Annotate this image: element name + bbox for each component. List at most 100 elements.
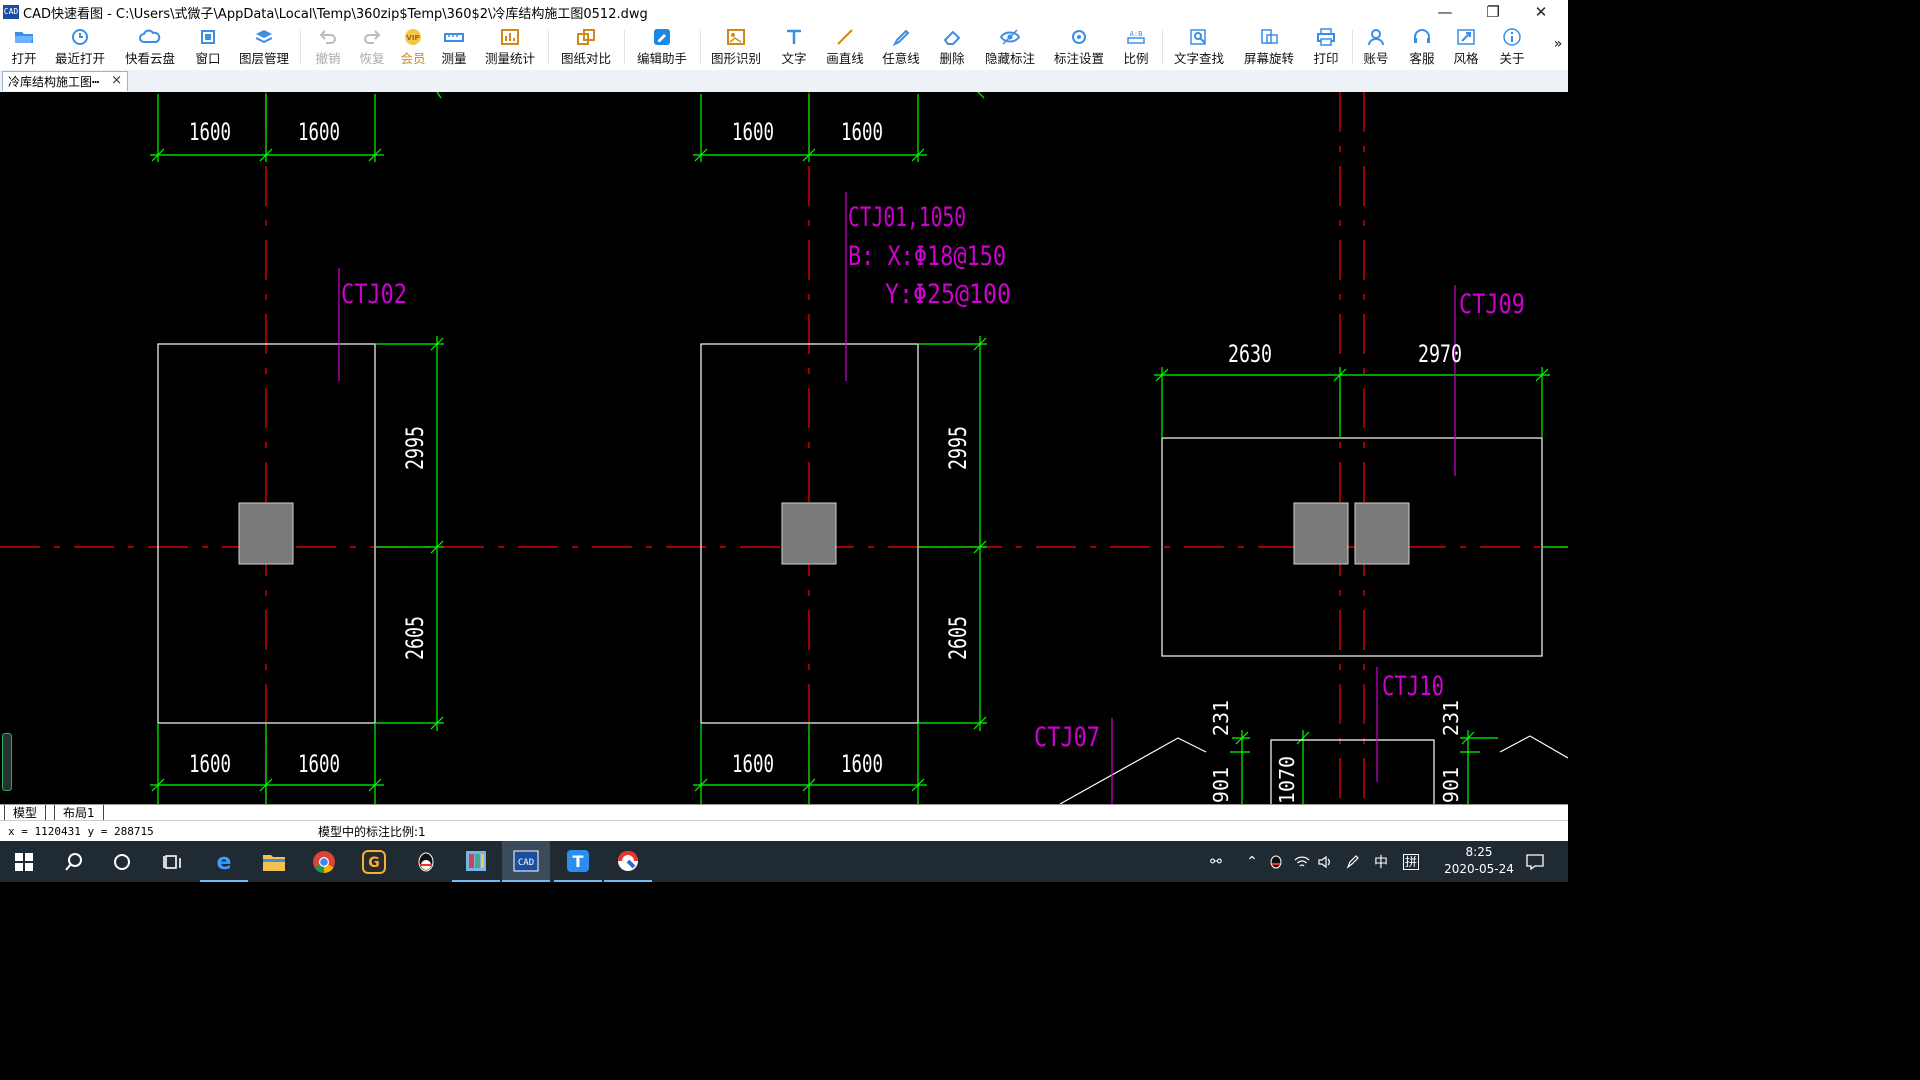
document-tab-label: 冷库结构施工图┅	[8, 75, 100, 89]
tray-expand-icon[interactable]: ⌃	[1242, 841, 1262, 882]
document-tab[interactable]: 冷库结构施工图┅ ×	[2, 71, 128, 91]
redo-button[interactable]: 恢复	[354, 24, 390, 70]
windows-start-icon	[15, 852, 33, 871]
cad-viewer-taskbar-button[interactable]: CAD	[502, 841, 550, 882]
column-2	[781, 502, 837, 565]
start-button[interactable]	[0, 841, 48, 882]
tab-layout1[interactable]: 布局1	[54, 805, 104, 821]
qq-tray-icon[interactable]	[1266, 841, 1286, 882]
app-icon: CAD	[3, 5, 19, 19]
annotation-settings-button[interactable]: 标注设置	[1050, 24, 1108, 70]
document-tab-strip: 冷库结构施工图┅ ×	[0, 70, 1568, 93]
freehand-line-button[interactable]: 任意线	[878, 24, 924, 70]
dim-small-901-b: 901	[1439, 767, 1463, 803]
scale-button[interactable]: A:B 比例	[1118, 24, 1154, 70]
svg-text:VIP: VIP	[406, 34, 419, 42]
ime-mode-indicator[interactable]: 拼	[1398, 841, 1424, 882]
people-tray-icon[interactable]: ⚯	[1204, 841, 1228, 882]
recent-open-button[interactable]: 最近打开	[52, 24, 108, 70]
chrome-icon	[313, 850, 335, 873]
style-icon	[1457, 29, 1475, 45]
tab-model[interactable]: 模型	[4, 805, 47, 821]
annotation-settings-icon	[1072, 30, 1086, 44]
print-button[interactable]: 打印	[1308, 24, 1344, 70]
taskbar-search-button[interactable]	[50, 841, 98, 882]
task-view-icon	[163, 854, 181, 869]
cad-viewer-icon: CAD	[513, 850, 539, 871]
status-bar: x = 1120431 y = 288715 模型中的标注比例:1	[0, 820, 1568, 842]
clock-time: 8:25	[1465, 845, 1493, 859]
measure-stats-button[interactable]: 测量统计	[482, 24, 538, 70]
edge-icon: e	[217, 850, 232, 873]
label-ctj01-line3: Y:Φ25@100	[885, 279, 1011, 310]
window-title: CAD快速看图 - C:\Users\式微子\AppData\Local\Tem…	[23, 6, 648, 22]
window-fit-icon	[201, 30, 215, 44]
about-button[interactable]: 关于	[1494, 24, 1530, 70]
wifi-tray-icon[interactable]	[1292, 841, 1312, 882]
cortana-button[interactable]	[98, 841, 146, 882]
text-search-button[interactable]: 文字查找	[1170, 24, 1228, 70]
undo-button[interactable]: 撤销	[310, 24, 346, 70]
close-tab-icon[interactable]: ×	[111, 73, 122, 88]
paint-app-button[interactable]	[604, 841, 652, 882]
window-button[interactable]: 窗口	[190, 24, 226, 70]
label-ctj10: CTJ10	[1382, 671, 1444, 702]
t-app-button[interactable]: T	[554, 841, 602, 882]
layer-manager-button[interactable]: 图层管理	[236, 24, 292, 70]
dim-top-right-1: 2630	[1228, 340, 1272, 368]
history-icon	[72, 29, 88, 45]
eraser-icon	[943, 30, 961, 45]
account-button[interactable]: 账号	[1358, 24, 1394, 70]
scale-icon: A:B	[1127, 30, 1145, 44]
g-app-button[interactable]: G	[350, 841, 398, 882]
svg-text:G: G	[368, 855, 380, 871]
dim-top-left-2: 1600	[298, 118, 340, 146]
customer-service-button[interactable]: 客服	[1404, 24, 1440, 70]
screen-rotate-button[interactable]: 屏幕旋转	[1240, 24, 1298, 70]
file-explorer-button[interactable]	[250, 841, 298, 882]
paint-app-icon	[618, 850, 638, 871]
annotation-scale-text: 模型中的标注比例:1	[318, 825, 426, 839]
dim-top-left-1: 1600	[189, 118, 231, 146]
dim-small-231-b: 231	[1439, 700, 1463, 736]
close-window-button[interactable]: ✕	[1518, 0, 1564, 24]
label-ctj01-line2: B: X:Φ18@150	[848, 241, 1006, 272]
label-ctj07: CTJ07	[1034, 722, 1100, 753]
edge-button[interactable]: e	[200, 841, 248, 882]
qq-button[interactable]	[402, 841, 450, 882]
hide-annotation-button[interactable]: 隐藏标注	[982, 24, 1038, 70]
dim-bottom-left-2: 1600	[298, 750, 340, 778]
layers-icon	[255, 30, 273, 44]
pen-tray-icon[interactable]	[1342, 841, 1364, 882]
restore-button[interactable]: ❐	[1470, 0, 1516, 24]
style-button[interactable]: 风格	[1448, 24, 1484, 70]
notification-center-icon[interactable]	[1522, 841, 1548, 882]
cortana-icon	[114, 853, 130, 870]
svg-text:e: e	[217, 850, 232, 873]
taskbar-clock[interactable]: 8:25 2020-05-24	[1434, 844, 1524, 878]
title-bar: CAD CAD快速看图 - C:\Users\式微子\AppData\Local…	[0, 0, 1568, 24]
shape-recognize-button[interactable]: 图形识别	[708, 24, 764, 70]
ime-language-indicator[interactable]: 中	[1370, 841, 1392, 882]
cloud-disk-button[interactable]: 快看云盘	[122, 24, 178, 70]
open-button[interactable]: 打开	[6, 24, 42, 70]
task-view-button[interactable]	[148, 841, 196, 882]
winrar-icon	[466, 850, 486, 871]
edit-assistant-button[interactable]: 编辑助手	[634, 24, 690, 70]
volume-tray-icon[interactable]	[1316, 841, 1336, 882]
g-app-icon: G	[362, 849, 386, 874]
delete-button[interactable]: 删除	[934, 24, 970, 70]
chrome-button[interactable]	[300, 841, 348, 882]
vip-button[interactable]: VIP 会员	[396, 24, 430, 70]
winrar-button[interactable]	[452, 841, 500, 882]
measure-button[interactable]: 测量	[436, 24, 472, 70]
minimize-button[interactable]: —	[1422, 0, 1468, 24]
file-explorer-icon	[263, 854, 285, 871]
draw-line-button[interactable]: 画直线	[822, 24, 868, 70]
text-button[interactable]: 文字	[776, 24, 812, 70]
t-app-icon: T	[567, 849, 589, 872]
drawing-canvas[interactable]: 1600 1600 1600 1600 1600 1600 1600 1600 …	[0, 91, 1569, 805]
side-zoom-handle[interactable]	[2, 733, 12, 791]
headset-icon	[1414, 29, 1430, 43]
drawing-compare-button[interactable]: 图纸对比	[558, 24, 614, 70]
